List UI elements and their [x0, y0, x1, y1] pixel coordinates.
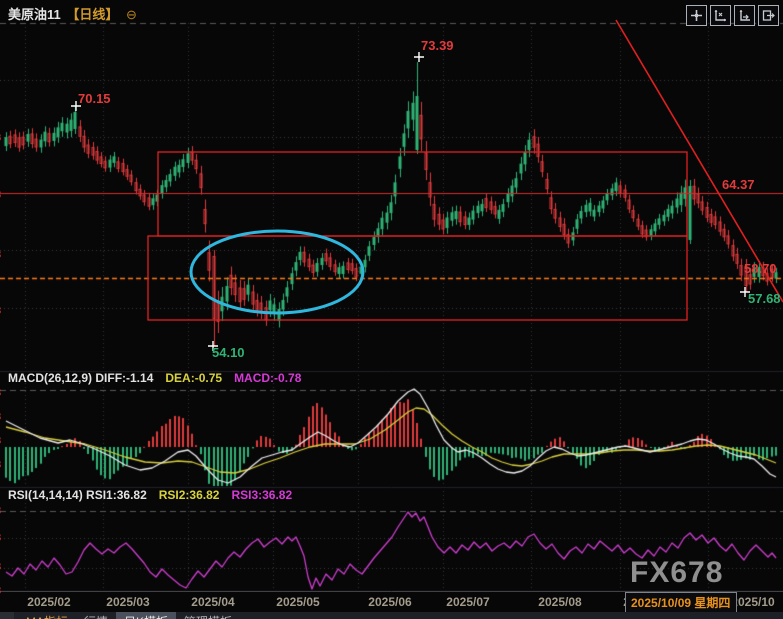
- bottom-tab-bar: MA指标行情日K模板管理模板: [0, 612, 783, 619]
- x-axis-label: 2025/08: [538, 595, 581, 609]
- chart-title: 美原油11 【日线】 ⊖: [8, 4, 137, 23]
- clipped-axis-label: 8: [0, 585, 5, 597]
- period-label: 【日线】: [66, 7, 118, 22]
- date-crosshair-tooltip: 2025/10/09 星期四: [625, 592, 737, 614]
- tab-管理模板[interactable]: 管理模板: [176, 612, 240, 619]
- rsi-value: RSI2:36.82: [159, 488, 220, 502]
- chart-canvas[interactable]: [0, 0, 783, 592]
- tab-行情[interactable]: 行情: [76, 612, 116, 619]
- price-label: 64.37: [722, 177, 755, 192]
- macd-value: DEA:-0.75: [165, 371, 222, 385]
- x-axis-label: 2025/07: [446, 595, 489, 609]
- clipped-axis-label: 8: [0, 532, 5, 544]
- rsi-indicator-row: RSI(14,14,14) RSI1:36.82 RSI2:36.82 RSI3:3…: [8, 488, 304, 502]
- clipped-axis-label: 8: [0, 249, 5, 261]
- clipped-axis-label: 8: [0, 305, 5, 317]
- crosshair-tool-icon[interactable]: [686, 5, 707, 26]
- macd-value: MACD(26,12,9) DIFF:-1.14: [8, 371, 153, 385]
- price-label: 73.39: [421, 38, 454, 53]
- scale-right-axis-icon[interactable]: [734, 5, 755, 26]
- macd-indicator-row: MACD(26,12,9) DIFF:-1.14 DEA:-0.75 MACD:-0…: [8, 371, 313, 385]
- price-label: 58.70: [744, 261, 777, 276]
- x-axis-label: 2025/03: [106, 595, 149, 609]
- clipped-axis-label: 8: [0, 189, 5, 201]
- clipped-axis-label: 8: [0, 132, 5, 144]
- clipped-axis-label: 8: [0, 561, 5, 573]
- price-label: 54.10: [212, 345, 245, 360]
- tab-日K模板[interactable]: 日K模板: [116, 612, 176, 619]
- x-axis-label: 2025/02: [27, 595, 70, 609]
- fx678-watermark: FX678: [630, 556, 723, 590]
- x-axis-label: 2025/04: [191, 595, 234, 609]
- chart-toolbar: [686, 5, 779, 26]
- clipped-axis-label: 8: [0, 459, 5, 471]
- panel-corner-handle[interactable]: [0, 612, 14, 619]
- rsi-value: RSI3:36.82: [231, 488, 292, 502]
- macd-value: MACD:-0.78: [234, 371, 301, 385]
- circle-minus-icon[interactable]: ⊖: [126, 7, 137, 22]
- price-label: 57.68: [748, 291, 781, 306]
- rsi-value: RSI(14,14,14) RSI1:36.82: [8, 488, 147, 502]
- clipped-axis-label: 8: [0, 411, 5, 423]
- chart-window: 美原油11 【日线】 ⊖ MACD(26,12,9) DIFF:-1.14 DEA…: [0, 0, 783, 619]
- clipped-axis-label: 8: [0, 435, 5, 447]
- x-axis-label: 2025/06: [368, 595, 411, 609]
- tab-MA指标[interactable]: MA指标: [18, 612, 76, 619]
- x-axis-label: 2025/05: [276, 595, 319, 609]
- restore-scale-icon[interactable]: [758, 5, 779, 26]
- x-axis-label: 2025/10: [731, 595, 774, 609]
- clipped-axis-label: 8: [0, 387, 5, 399]
- symbol-name: 美原油11: [8, 7, 61, 22]
- scale-left-axis-icon[interactable]: [710, 5, 731, 26]
- price-label: 70.15: [78, 91, 111, 106]
- clipped-axis-label: 8: [0, 505, 5, 517]
